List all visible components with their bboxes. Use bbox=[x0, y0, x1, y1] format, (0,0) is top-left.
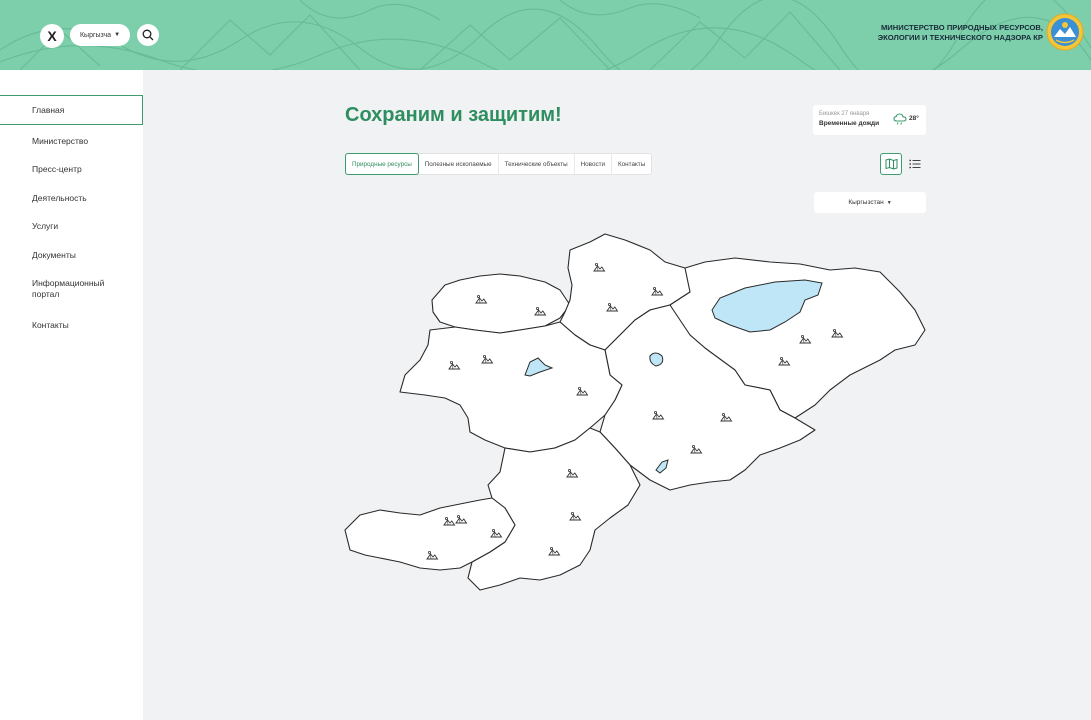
caret-down-icon: ▼ bbox=[114, 32, 121, 38]
tab-minerals[interactable]: Полезные ископаемые bbox=[419, 154, 499, 174]
sidebar-item-home[interactable]: Главная bbox=[0, 95, 143, 125]
list-icon bbox=[909, 159, 921, 169]
language-value: Кыргызча bbox=[79, 31, 112, 39]
kyrgyzstan-map bbox=[344, 233, 926, 591]
sidebar-item-activity[interactable]: Деятельность bbox=[0, 193, 143, 203]
search-icon bbox=[142, 29, 154, 41]
page-title: Сохраним и защитим! bbox=[345, 104, 562, 126]
list-view-button[interactable] bbox=[904, 153, 926, 175]
map-icon bbox=[885, 158, 897, 170]
search-button[interactable] bbox=[137, 24, 159, 46]
tab-contacts[interactable]: Контакты bbox=[612, 154, 651, 174]
language-select[interactable]: Кыргызча ▼ bbox=[70, 24, 130, 46]
sidebar-item-contacts[interactable]: Контакты bbox=[0, 320, 143, 330]
tab-natural-resources[interactable]: Природные ресурсы bbox=[345, 153, 419, 175]
state-emblem-icon[interactable] bbox=[1046, 13, 1084, 51]
sidebar-item-services[interactable]: Услуги bbox=[0, 221, 143, 231]
caret-down-icon: ▼ bbox=[886, 199, 892, 206]
sidebar-item-documents[interactable]: Документы bbox=[0, 250, 143, 260]
ministry-name[interactable]: МИНИСТЕРСТВО ПРИРОДНЫХ РЕСУРСОВ, ЭКОЛОГИ… bbox=[803, 23, 1043, 43]
sidebar: Главная Министерство Пресс-центр Деятель… bbox=[0, 70, 143, 720]
weather-temperature: 28° bbox=[909, 115, 919, 122]
close-button[interactable]: X bbox=[40, 24, 64, 48]
sidebar-item-info-portal[interactable]: Информационный портал bbox=[0, 278, 120, 300]
tab-technical-objects[interactable]: Технические объекты bbox=[499, 154, 575, 174]
ministry-name-line2: ЭКОЛОГИИ И ТЕХНИЧЕСКОГО НАДЗОРА КР bbox=[877, 33, 1043, 42]
region-select[interactable]: Кыргызстан ▼ bbox=[814, 192, 926, 213]
site-header: X Кыргызча ▼ МИНИСТЕРСТВО ПРИРОДНЫХ РЕСУ… bbox=[0, 0, 1091, 70]
cloud-rain-icon bbox=[893, 113, 907, 125]
map-view-button[interactable] bbox=[880, 153, 902, 175]
sidebar-item-ministry[interactable]: Министерство bbox=[0, 136, 143, 146]
category-tabs: Природные ресурсы Полезные ископаемые Те… bbox=[345, 153, 653, 175]
weather-city-date: Бишкек 27 января bbox=[819, 111, 870, 117]
ministry-name-line1: МИНИСТЕРСТВО ПРИРОДНЫХ РЕСУРСОВ, bbox=[880, 23, 1043, 32]
map-region-talas[interactable] bbox=[431, 273, 571, 334]
tab-news[interactable]: Новости bbox=[575, 154, 613, 174]
weather-description: Временные дожди bbox=[819, 120, 880, 127]
sidebar-item-press-center[interactable]: Пресс-центр bbox=[0, 164, 143, 174]
weather-widget[interactable]: Бишкек 27 января Временные дожди 28° bbox=[813, 105, 926, 135]
region-select-value: Кыргызстан bbox=[848, 199, 884, 206]
